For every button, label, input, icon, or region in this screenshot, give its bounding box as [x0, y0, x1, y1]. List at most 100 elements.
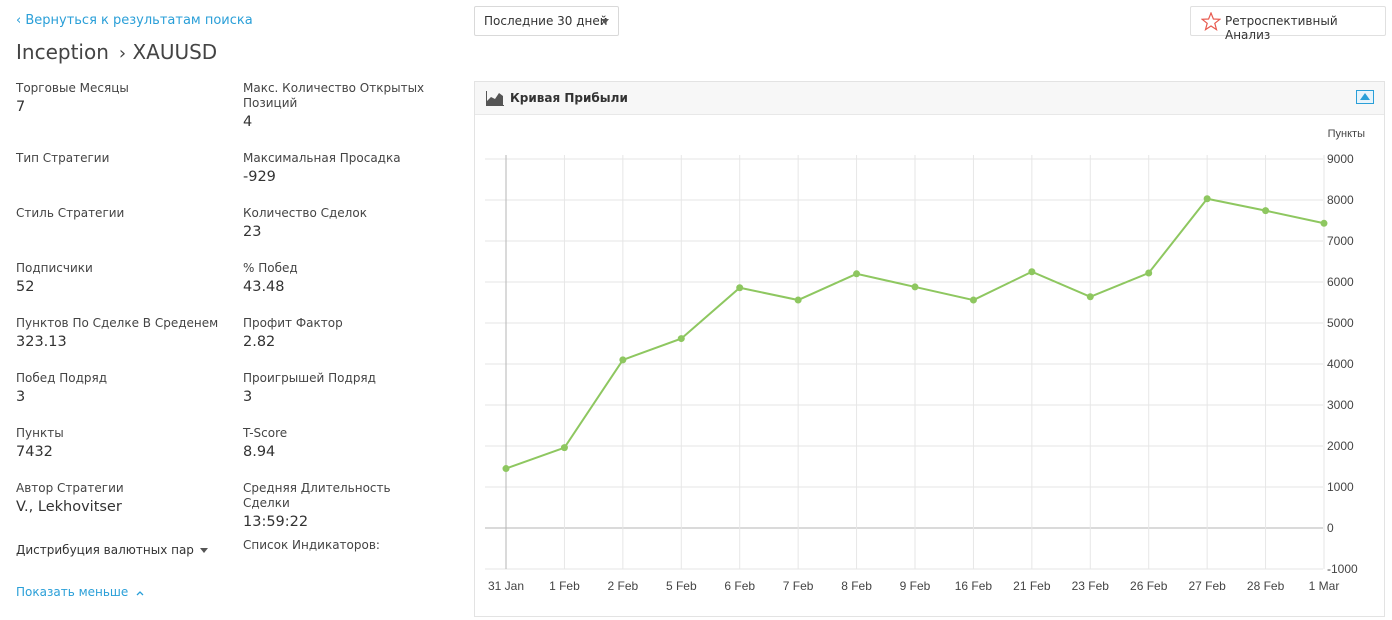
data-point [560, 444, 568, 452]
stat-value: 7 [16, 99, 26, 115]
y-tick-label: 5000 [1327, 316, 1354, 330]
period-select-value: Последние 30 дней [484, 14, 608, 28]
x-tick-label: 27 Feb [1188, 579, 1226, 593]
y-tick-label: 6000 [1327, 275, 1354, 289]
page-title: Inception › XAUUSD [16, 40, 217, 64]
data-point [1320, 219, 1328, 227]
y-tick-label: 3000 [1327, 398, 1354, 412]
data-point [1028, 268, 1036, 276]
stat-label: Тип Стратегии [16, 151, 110, 165]
stat-value: 52 [16, 279, 35, 295]
period-select[interactable]: Последние 30 дней [474, 6, 619, 36]
y-tick-label: 8000 [1327, 193, 1354, 207]
currency-distribution-dropdown[interactable]: Дистрибуция валютных пар [16, 543, 208, 557]
stat-value: 7432 [16, 444, 53, 460]
stat-label: Количество Сделок [243, 206, 367, 220]
stat-value: -929 [243, 169, 276, 185]
data-point [677, 335, 685, 343]
stat-value: 3 [243, 389, 253, 405]
stat-value: 323.13 [16, 334, 67, 350]
stat-right-5: Проигрышей Подряд 3 [243, 371, 428, 405]
back-to-search-link[interactable]: ‹ Вернуться к результатам поиска [16, 13, 253, 28]
stat-right-0: Макс. Количество Открытых Позиций 4 [243, 81, 428, 130]
currency-distribution-label: Дистрибуция валютных пар [16, 543, 194, 557]
x-tick-label: 9 Feb [900, 579, 931, 593]
y-tick-label: 9000 [1327, 152, 1354, 166]
profit-curve-panel: Кривая Прибыли 9000 8000 7000 6000 5000 4000 3… [474, 81, 1385, 617]
stat-right-7: Средняя Длительность Сделки 13:59:22 [243, 481, 428, 530]
show-less-link[interactable]: Показать меньше [16, 585, 144, 599]
data-point [619, 356, 627, 364]
stat-left-2: Стиль Стратегии [16, 206, 231, 224]
data-point [1203, 195, 1211, 203]
x-tick-label: 5 Feb [666, 579, 697, 593]
data-point [1262, 207, 1270, 215]
chevron-up-icon [136, 590, 144, 595]
stat-label: Автор Стратегии [16, 481, 124, 495]
caret-down-icon [199, 548, 208, 553]
y-tick-label: 1000 [1327, 480, 1354, 494]
x-tick-label: 2 Feb [608, 579, 639, 593]
stat-value: 8.94 [243, 444, 276, 460]
x-tick-label: 23 Feb [1072, 579, 1110, 593]
stat-value: V., Lekhovitser [16, 499, 122, 515]
x-tick-label: 28 Feb [1247, 579, 1285, 593]
stat-right-6: T-Score 8.94 [243, 426, 428, 460]
y-tick-label: 7000 [1327, 234, 1354, 248]
retrospective-analysis-label: Ретроспективный Анализ [1225, 14, 1338, 42]
stat-label: % Побед [243, 261, 298, 275]
y-tick-label: -1000 [1327, 562, 1358, 576]
x-tick-label: 31 Jan [488, 579, 524, 593]
data-point [1145, 269, 1153, 277]
caret-down-icon [601, 19, 609, 24]
stat-value: 43.48 [243, 279, 285, 295]
stat-right-1: Максимальная Просадка -929 [243, 151, 428, 185]
stat-label: Проигрышей Подряд [243, 371, 376, 385]
strategy-name: Inception [16, 40, 109, 64]
x-tick-label: 6 Feb [724, 579, 755, 593]
stat-left-7: Автор Стратегии V., Lekhovitser [16, 481, 231, 515]
stat-value: 13:59:22 [243, 514, 309, 530]
x-tick-label: 26 Feb [1130, 579, 1168, 593]
x-tick-label: 1 Mar [1309, 579, 1340, 593]
symbol-name: XAUUSD [132, 40, 218, 64]
expand-icon[interactable] [1356, 90, 1374, 104]
area-chart-icon [486, 91, 504, 106]
y-tick-label: 4000 [1327, 357, 1354, 371]
stat-label: Побед Подряд [16, 371, 108, 385]
x-tick-label: 1 Feb [549, 579, 580, 593]
data-point [911, 283, 919, 291]
stat-label: Пункты [16, 426, 64, 440]
stat-label: Подписчики [16, 261, 93, 275]
x-tick-label: 16 Feb [955, 579, 993, 593]
stat-right-4: Профит Фактор 2.82 [243, 316, 428, 350]
retrospective-analysis-button[interactable]: Ретроспективный Анализ [1190, 6, 1386, 42]
chart-area: 9000 8000 7000 6000 5000 4000 3000 2000 1000 0 -10… [475, 115, 1384, 619]
y-axis-label: Пункты [1328, 128, 1365, 140]
profit-curve-chart: 9000 8000 7000 6000 5000 4000 3000 2000 1000 0 -10… [485, 128, 1365, 593]
panel-title: Кривая Прибыли [510, 91, 628, 105]
stat-label: Макс. Количество Открытых Позиций [243, 81, 425, 110]
data-point [736, 284, 744, 292]
stat-value: 2.82 [243, 334, 276, 350]
data-point [502, 465, 510, 473]
stat-label: Пунктов По Сделке В Среденем [16, 316, 219, 330]
stat-label: Торговые Месяцы [16, 81, 129, 95]
stat-label: Стиль Стратегии [16, 206, 125, 220]
data-point [1086, 293, 1094, 301]
stat-label: Средняя Длительность Сделки [243, 481, 391, 510]
title-separator: › [118, 43, 127, 64]
star-outline-icon [1201, 12, 1221, 31]
stat-value: 23 [243, 224, 262, 240]
panel-header: Кривая Прибыли [475, 82, 1384, 115]
stat-label: T-Score [243, 426, 288, 440]
x-tick-label: 7 Feb [783, 579, 814, 593]
stat-left-3: Подписчики 52 [16, 261, 231, 295]
stat-left-0: Торговые Месяцы 7 [16, 81, 231, 115]
x-tick-label: 8 Feb [841, 579, 872, 593]
stat-left-6: Пункты 7432 [16, 426, 231, 460]
show-less-label: Показать меньше [16, 585, 129, 599]
data-point [794, 296, 802, 304]
data-point [969, 296, 977, 304]
stat-label: Профит Фактор [243, 316, 343, 330]
